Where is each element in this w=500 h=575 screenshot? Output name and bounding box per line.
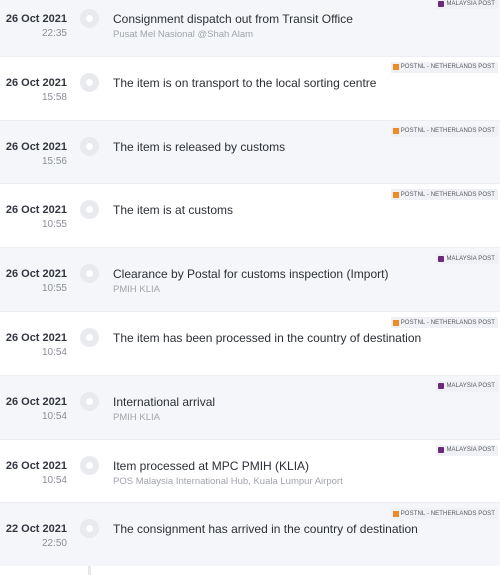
carrier-badge: MALAYSIA POST — [436, 380, 498, 392]
malaysia-post-logo-icon — [438, 255, 445, 262]
timeline-event: 26 Oct 2021 10:55 The item is at customs PO… — [0, 183, 500, 248]
carrier-name: POSTNL - NETHERLANDS POST — [400, 510, 495, 517]
carrier-name: MALAYSIA POST — [446, 383, 495, 390]
event-date: 22 Oct 2021 — [5, 523, 67, 536]
event-time: 22:35 — [41, 28, 67, 39]
carrier-badge: POSTNL - NETHERLANDS POST — [390, 125, 498, 137]
event-title: The item has been processed in the count… — [113, 331, 422, 345]
carrier-name: POSTNL - NETHERLANDS POST — [400, 191, 495, 198]
event-location: POS Malaysia International Hub, Kuala Lu… — [113, 475, 343, 487]
event-date: 26 Oct 2021 — [5, 395, 67, 408]
timeline-event: 26 Oct 2021 15:56 The item is released by … — [0, 119, 500, 184]
timeline-dot-icon — [80, 9, 99, 28]
timeline-event: 26 Oct 2021 10:54 International arrival PMI… — [0, 374, 500, 439]
carrier-badge: POSTNL - NETHERLANDS POST — [390, 508, 498, 520]
carrier-name: POSTNL - NETHERLANDS POST — [400, 319, 495, 326]
timeline-dot-icon — [80, 264, 99, 284]
event-title: The item is on transport to the local so… — [113, 75, 377, 90]
timeline-event: 26 Oct 2021 15:58 The item is on transport… — [0, 55, 500, 120]
event-title: The item is at customs — [113, 203, 234, 218]
timeline-dot-icon — [80, 72, 99, 92]
timeline-event: 26 Oct 2021 10:54 Item processed at MPC PM… — [0, 438, 500, 503]
event-title: International arrival — [113, 394, 216, 409]
postnl-logo-icon — [392, 510, 399, 517]
carrier-badge: POSTNL - NETHERLANDS POST — [390, 189, 498, 201]
carrier-badge: POSTNL - NETHERLANDS POST — [390, 61, 498, 73]
carrier-badge: POSTNL - NETHERLANDS POST — [390, 317, 498, 328]
event-time: 10:55 — [41, 219, 67, 231]
event-title: The consignment has arrived in the count… — [113, 522, 418, 537]
timeline-dot-icon — [80, 200, 99, 220]
event-title: Consignment dispatch out from Transit Of… — [113, 12, 353, 26]
timeline-event: 26 Oct 2021 10:54 The item has been proces… — [0, 311, 500, 375]
carrier-name: POSTNL - NETHERLANDS POST — [400, 128, 495, 135]
carrier-name: MALAYSIA POST — [446, 255, 495, 262]
tracking-timeline: 26 Oct 2021 22:35 Consignment dispatch out… — [0, 0, 500, 575]
carrier-name: MALAYSIA POST — [446, 447, 495, 454]
postnl-logo-icon — [392, 64, 399, 71]
event-time: 22:50 — [41, 538, 67, 550]
postnl-logo-icon — [392, 319, 399, 326]
postnl-logo-icon — [392, 128, 399, 135]
timeline-dot-icon — [80, 455, 99, 475]
event-date: 26 Oct 2021 — [5, 140, 67, 153]
event-time: 15:58 — [41, 91, 67, 103]
timeline-dot-icon — [80, 391, 99, 411]
carrier-name: MALAYSIA POST — [446, 0, 495, 7]
event-date: 26 Oct 2021 — [5, 13, 67, 25]
event-location: PMIH KLIA — [113, 284, 160, 296]
postnl-logo-icon — [392, 191, 399, 198]
malaysia-post-logo-icon — [438, 447, 445, 454]
event-date: 26 Oct 2021 — [5, 459, 67, 472]
event-title: Clearance by Postal for customs inspecti… — [113, 267, 389, 282]
carrier-badge: MALAYSIA POST — [436, 0, 498, 9]
carrier-name: POSTNL - NETHERLANDS POST — [400, 64, 495, 71]
event-location: PMIH KLIA — [113, 411, 160, 423]
event-date: 26 Oct 2021 — [5, 76, 67, 89]
event-time: 10:55 — [41, 283, 67, 295]
timeline-event: 26 Oct 2021 10:55 Clearance by Postal for … — [0, 247, 500, 312]
malaysia-post-logo-icon — [438, 0, 445, 7]
timeline-event: 22 Oct 2021 22:50 The consignment has arri… — [0, 502, 500, 567]
carrier-badge: MALAYSIA POST — [436, 444, 498, 456]
timeline-dot-icon — [80, 328, 99, 347]
event-date: 26 Oct 2021 — [5, 204, 67, 217]
carrier-badge: MALAYSIA POST — [436, 253, 498, 265]
malaysia-post-logo-icon — [438, 383, 445, 390]
event-date: 26 Oct 2021 — [5, 332, 67, 344]
event-time: 10:54 — [41, 474, 67, 486]
event-date: 26 Oct 2021 — [5, 268, 67, 281]
timeline-dot-icon — [80, 519, 99, 539]
timeline-event: 26 Oct 2021 22:35 Consignment dispatch out… — [0, 0, 500, 56]
event-time: 10:54 — [41, 347, 67, 358]
event-time: 10:54 — [41, 410, 67, 422]
event-time: 15:56 — [41, 155, 67, 167]
event-location: Pusat Mel Nasional @Shah Alam — [113, 29, 254, 40]
event-title: Item processed at MPC PMIH (KLIA) — [113, 458, 310, 473]
event-title: The item is released by customs — [113, 139, 286, 154]
timeline-dot-icon — [80, 136, 99, 156]
